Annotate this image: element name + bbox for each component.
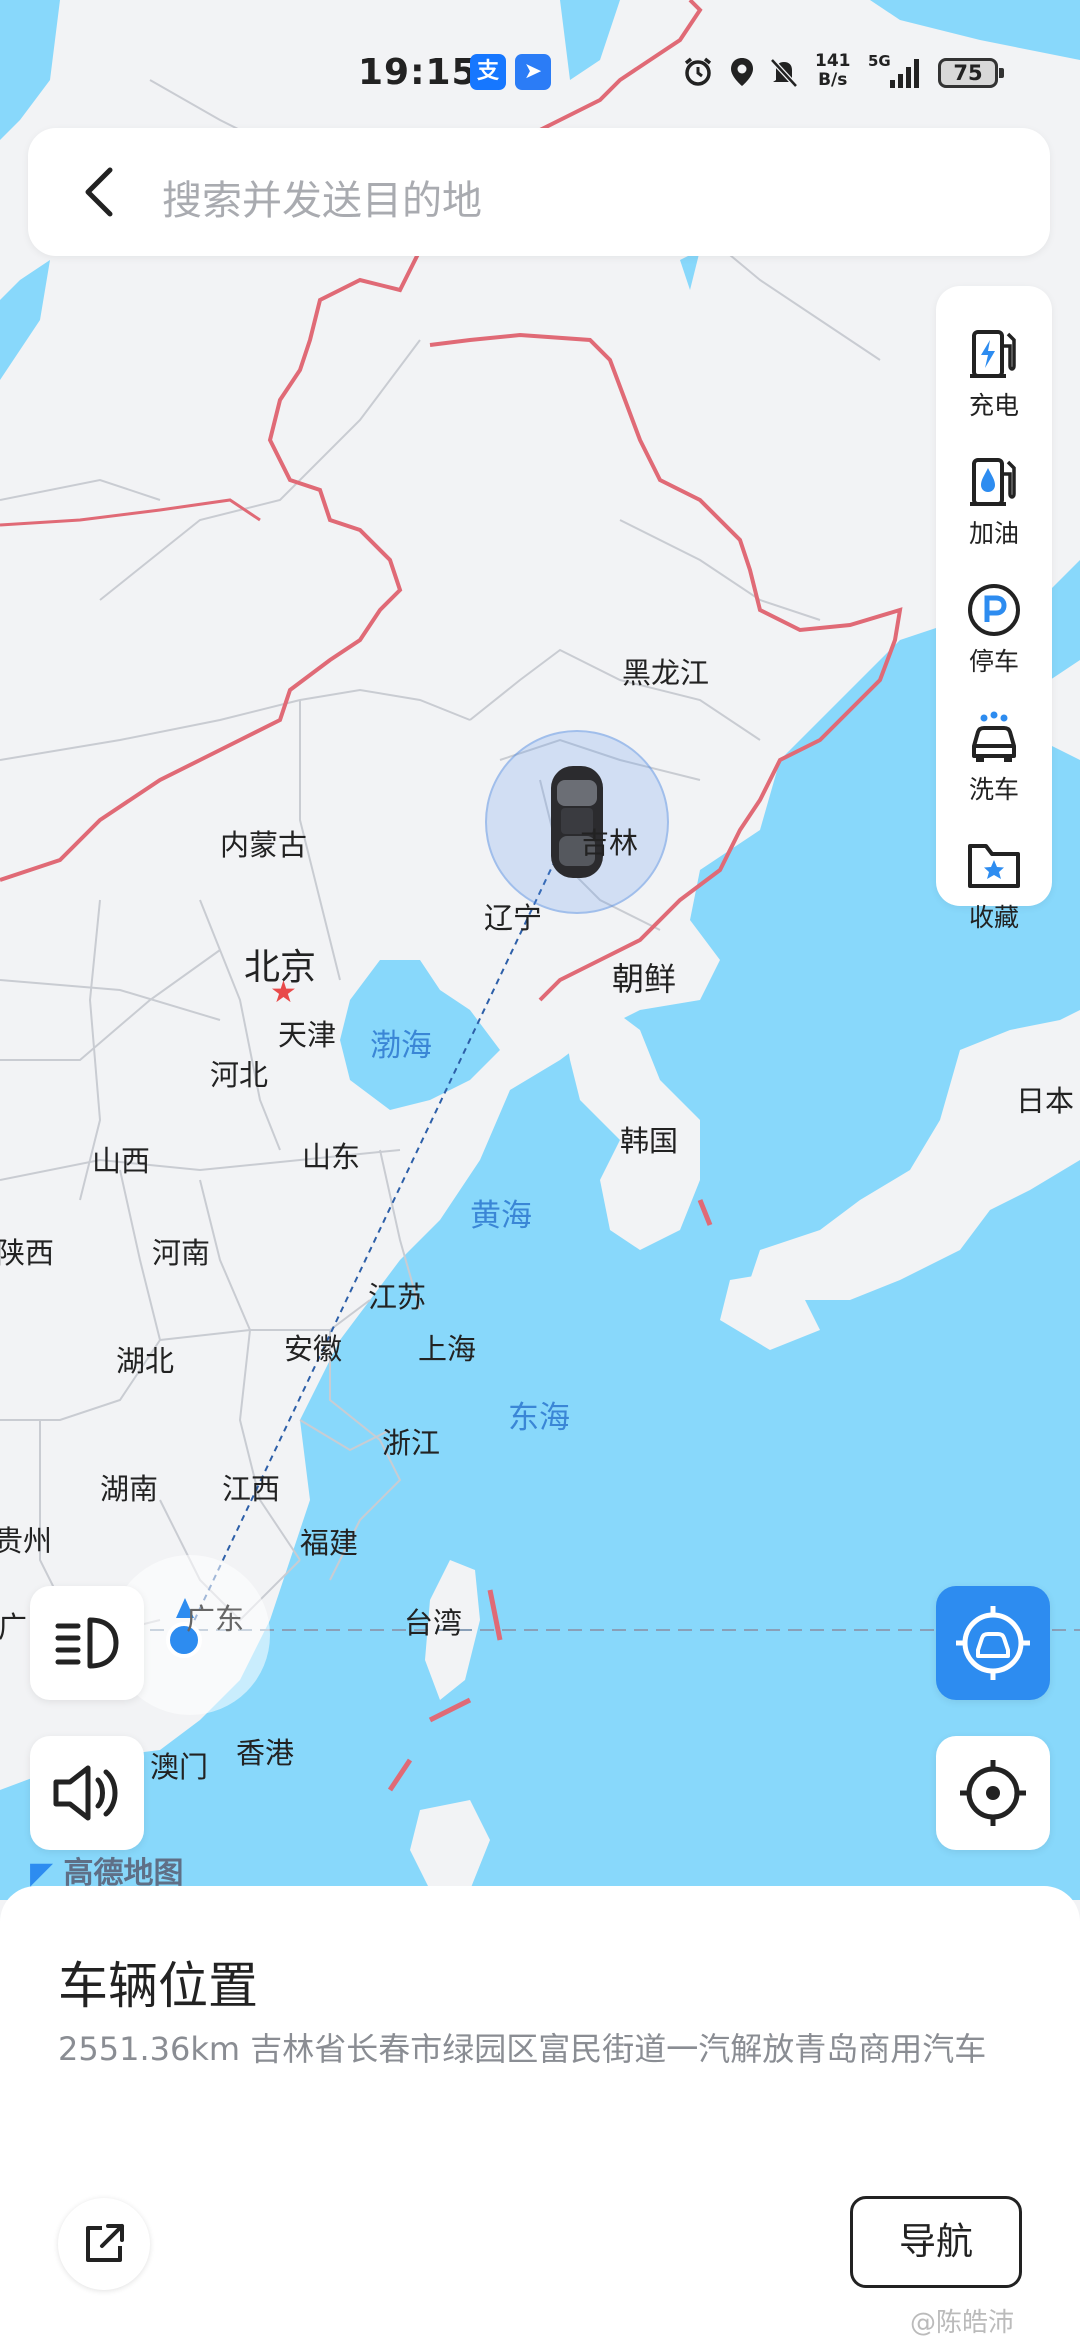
charging-button[interactable]: 充电 [936, 306, 1052, 426]
parking-button[interactable]: 停车 [936, 562, 1052, 682]
crosshair-locate-icon [960, 1760, 1026, 1826]
map-label: 天津 [278, 1018, 337, 1052]
poi-shortcut-panel: 充电 加油 停车 洗车 收藏 [936, 286, 1052, 932]
signal-indicator: 5G [868, 52, 928, 92]
status-bar: 19:15 支 ➤ 141 B/s 5G 75 [0, 0, 1080, 130]
map-label: 内蒙古 [220, 828, 308, 862]
map-label: 山东 [302, 1140, 361, 1174]
map-label: 山西 [92, 1144, 151, 1178]
alipay-icon: 支 [470, 54, 506, 90]
navigate-button[interactable]: 导航 [850, 2196, 1022, 2288]
my-location-button[interactable] [936, 1736, 1050, 1850]
map-label: 广 [0, 1610, 28, 1644]
map-label: 安徽 [284, 1332, 343, 1366]
sheet-title: 车辆位置 [58, 1957, 258, 2015]
share-button[interactable] [58, 2198, 150, 2290]
vehicle-address: 2551.36km 吉林省长春市绿园区富民街道一汽解放青岛商用汽车 [58, 2030, 987, 2068]
map-label: 韩国 [620, 1124, 679, 1158]
search-bar[interactable]: 搜索并发送目的地 [28, 128, 1050, 256]
map-label: 福建 [300, 1526, 359, 1560]
map-label: 湖北 [116, 1344, 175, 1378]
headlight-icon [55, 1617, 119, 1669]
location-icon [731, 58, 753, 86]
map-label: 浙江 [382, 1426, 441, 1460]
map-label: 台湾 [404, 1606, 463, 1640]
map-label: 江苏 [368, 1280, 427, 1314]
map-label: 广东 [186, 1602, 245, 1636]
map-label: 河南 [152, 1236, 211, 1270]
map-label: 黄海 [470, 1198, 532, 1234]
car-wash-button[interactable]: 洗车 [936, 690, 1052, 810]
alarm-icon [684, 57, 712, 86]
watermark: @陈皓沛 [910, 2308, 1015, 2338]
network-speed: 141 B/s [815, 51, 851, 90]
horn-button[interactable] [30, 1736, 144, 1850]
charging-station-icon [970, 330, 1016, 378]
map-label: 澳门 [150, 1750, 209, 1784]
map-label: 东海 [508, 1400, 570, 1436]
map-label: 黑龙江 [622, 656, 710, 690]
map-label: 北京 [244, 947, 317, 988]
share-external-icon [86, 2224, 124, 2262]
map-label: 朝鲜 [612, 960, 677, 998]
map-label: 辽宁 [484, 901, 543, 935]
vehicle-locate-icon [956, 1606, 1030, 1680]
search-input[interactable]: 搜索并发送目的地 [162, 168, 482, 226]
map-label: 香港 [236, 1736, 295, 1770]
app-arrow-icon: ➤ [515, 54, 551, 90]
locate-vehicle-button[interactable] [936, 1586, 1050, 1700]
fuel-station-icon [970, 458, 1016, 506]
mute-bell-icon [770, 58, 798, 88]
map-label: 陕西 [0, 1236, 55, 1270]
status-time: 19:15 [358, 52, 478, 93]
map-label: 贵州 [0, 1524, 53, 1558]
favorite-folder-icon [968, 844, 1020, 888]
map-view[interactable]: ★ 黑龙江 吉林 内蒙古 辽宁 北京 天津 朝鲜 渤海 河北 日本 韩国 山西 … [0, 0, 1080, 1900]
signal-bars-icon [890, 59, 919, 88]
map-label: 河北 [210, 1058, 269, 1092]
vehicle-location-marker[interactable] [485, 730, 669, 914]
car-wash-icon [972, 711, 1016, 762]
battery-indicator: 75 [938, 58, 1004, 88]
map-label: 湖南 [100, 1472, 159, 1506]
map-label: 吉林 [580, 826, 639, 860]
vehicle-location-sheet: 车辆位置 2551.36km 吉林省长春市绿园区富民街道一汽解放青岛商用汽车 导… [0, 1886, 1080, 2344]
map-label: 日本 [1016, 1084, 1075, 1118]
headlight-button[interactable] [30, 1586, 144, 1700]
horn-speaker-icon [53, 1765, 118, 1821]
parking-icon [968, 584, 1020, 636]
fuel-button[interactable]: 加油 [936, 434, 1052, 554]
map-label: 江西 [222, 1472, 281, 1506]
map-label: 渤海 [370, 1028, 432, 1064]
back-arrow-icon[interactable] [70, 158, 130, 226]
map-label: 上海 [418, 1332, 477, 1366]
favorites-button[interactable]: 收藏 [936, 818, 1052, 938]
